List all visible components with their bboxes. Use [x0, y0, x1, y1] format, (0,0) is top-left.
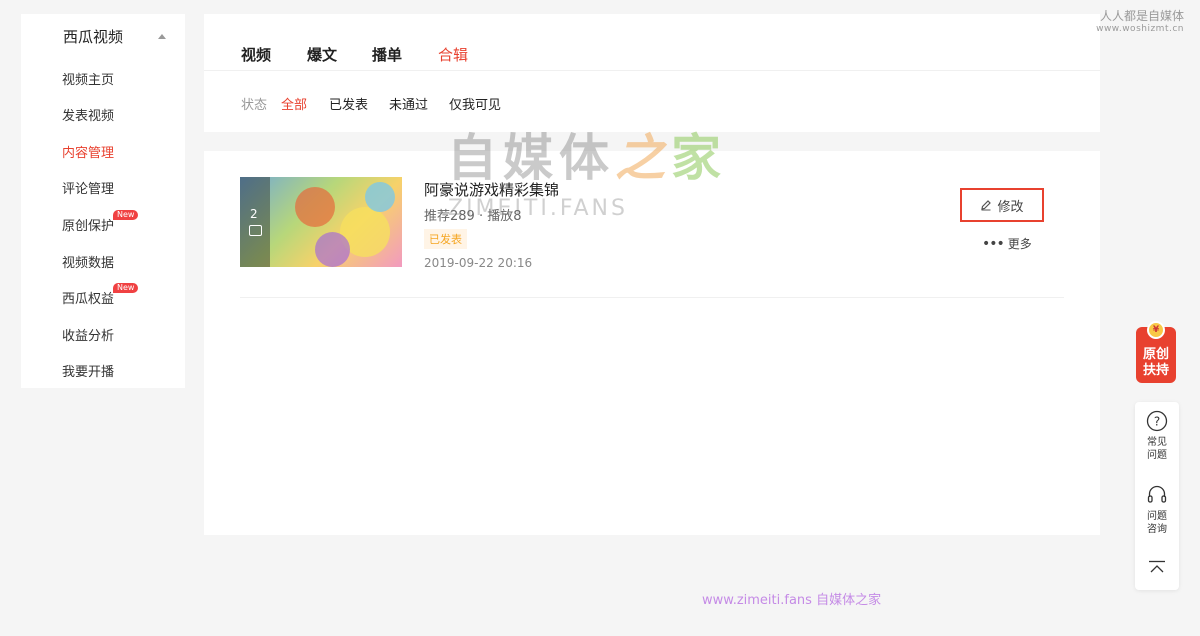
edit-label: 修改 — [997, 199, 1024, 215]
center-watermark-sub: ZIMEITI.FANS — [448, 196, 628, 221]
faq-button[interactable]: ? 常见 问题 — [1135, 410, 1179, 462]
sidebar-item-revenue-analysis[interactable]: 收益分析 — [62, 325, 114, 344]
sidebar-item-content-management[interactable]: 内容管理 — [62, 142, 114, 161]
tab-articles[interactable]: 爆文 — [307, 44, 337, 65]
sidebar: 西瓜视频 视频主页 发表视频 内容管理 评论管理 原创保护 New 视频数据 西… — [21, 14, 185, 388]
center-watermark: 自媒体之家 — [447, 118, 727, 190]
filter-all[interactable]: 全部 — [281, 94, 307, 113]
sidebar-item-video-home[interactable]: 视频主页 — [62, 69, 114, 88]
collapse-arrow-icon[interactable] — [158, 34, 166, 39]
collection-list: 2 阿豪说游戏精彩集锦 推荐289 · 播放8 已发表 2019-09-22 2… — [204, 151, 1100, 535]
collection-thumbnail[interactable]: 2 — [240, 177, 402, 267]
headset-icon — [1147, 485, 1167, 503]
back-to-top-icon — [1149, 560, 1165, 573]
video-stack-icon — [249, 225, 262, 236]
status-filter-label: 状态 — [241, 98, 268, 113]
edit-button[interactable]: 修改 — [960, 188, 1044, 222]
sidebar-title[interactable]: 西瓜视频 — [63, 26, 123, 47]
more-button[interactable]: ••• 更多 — [982, 235, 1032, 252]
filter-rejected[interactable]: 未通过 — [389, 94, 428, 113]
watermark-text-jia: 家 — [671, 129, 727, 187]
video-count: 2 — [250, 207, 258, 221]
sidebar-item-publish-video[interactable]: 发表视频 — [62, 105, 114, 124]
ellipsis-icon: ••• — [982, 235, 1005, 252]
faq-line1: 常见 — [1147, 437, 1167, 448]
row-divider — [240, 297, 1064, 298]
watermark-text-zhi: 之 — [615, 129, 671, 187]
filter-private[interactable]: 仅我可见 — [449, 94, 501, 113]
coin-icon: ¥ — [1147, 321, 1165, 339]
watermark-text-main: 自媒体 — [447, 129, 615, 187]
svg-text:?: ? — [1154, 415, 1160, 429]
original-support-button[interactable]: ¥ 原创 扶持 — [1136, 321, 1176, 383]
more-label: 更多 — [1007, 237, 1032, 251]
consult-line1: 问题 — [1147, 511, 1167, 522]
new-badge: New — [113, 283, 139, 293]
bottom-watermark: www.zimeiti.fans 自媒体之家 — [702, 593, 882, 608]
watermark-line1: 人人都是自媒体 — [1099, 9, 1184, 23]
tab-video[interactable]: 视频 — [241, 44, 271, 65]
publish-date: 2019-09-22 20:16 — [424, 256, 533, 270]
watermark-line2: www.woshizmt.cn — [1096, 24, 1184, 34]
new-badge: New — [113, 210, 139, 220]
status-badge: 已发表 — [424, 229, 467, 249]
tab-divider — [204, 70, 1100, 71]
sidebar-item-comment-management[interactable]: 评论管理 — [62, 178, 114, 197]
tab-playlist[interactable]: 播单 — [372, 44, 402, 65]
back-to-top-button[interactable] — [1135, 560, 1179, 578]
thumb-overlay — [240, 177, 270, 267]
sidebar-item-go-live[interactable]: 我要开播 — [62, 361, 114, 380]
promo-line1: 原创 — [1142, 347, 1169, 362]
question-icon: ? — [1146, 410, 1168, 432]
help-panel: ? 常见 问题 问题 咨询 — [1135, 402, 1179, 590]
top-watermark: 人人都是自媒体 www.woshizmt.cn — [1096, 7, 1184, 34]
sidebar-item-xigua-rights[interactable]: 西瓜权益 — [62, 288, 114, 307]
consult-button[interactable]: 问题 咨询 — [1135, 484, 1179, 536]
content-type-panel: 视频 爆文 播单 合辑 状态 全部 已发表 未通过 仅我可见 — [204, 14, 1100, 132]
sidebar-item-video-data[interactable]: 视频数据 — [62, 252, 114, 271]
consult-line2: 咨询 — [1147, 524, 1167, 535]
sidebar-item-original-protection[interactable]: 原创保护 — [62, 215, 114, 234]
promo-line2: 扶持 — [1142, 363, 1169, 378]
faq-line2: 问题 — [1147, 450, 1167, 461]
tab-collection[interactable]: 合辑 — [438, 44, 468, 65]
filter-published[interactable]: 已发表 — [329, 94, 368, 113]
pencil-icon — [981, 200, 992, 211]
